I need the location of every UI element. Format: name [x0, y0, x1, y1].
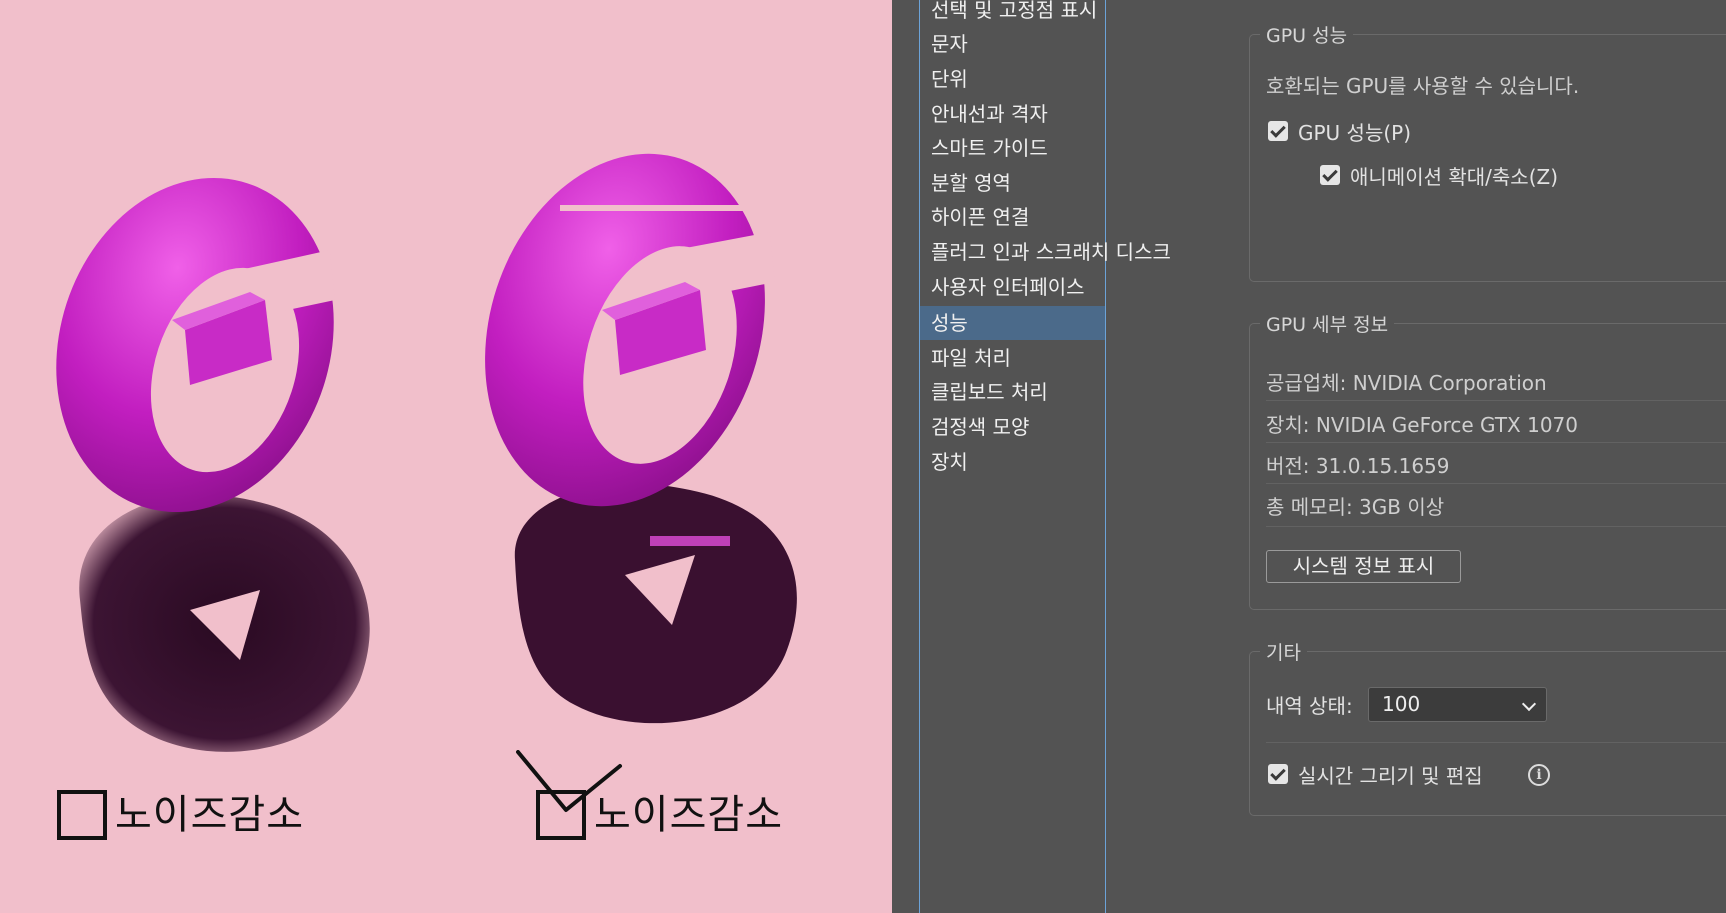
divider [1266, 400, 1726, 401]
category-item-slices[interactable]: 분할 영역 [920, 166, 1105, 200]
gpu-device-text: 장치: NVIDIA GeForce GTX 1070 [1266, 413, 1579, 437]
right-object-shadow [514, 483, 797, 724]
category-item-devices[interactable]: 장치 [920, 445, 1105, 479]
history-states-label: 내역 상태: [1266, 694, 1353, 718]
artwork-illustration [56, 153, 797, 752]
chevron-down-icon [1521, 696, 1537, 712]
left-object-shadow [79, 494, 370, 752]
category-item-plugins-scratch-disks[interactable]: 플러그 인과 스크래치 디스크 [920, 235, 1171, 269]
caption-text: 노이즈감소 [115, 792, 304, 838]
gpu-details-title: GPU 세부 정보 [1260, 310, 1395, 337]
empty-checkbox-drawing [57, 790, 107, 840]
realtime-drawing-label[interactable]: 실시간 그리기 및 편집 [1298, 760, 1483, 789]
gpu-vendor-text: 공급업체: NVIDIA Corporation [1266, 371, 1547, 395]
category-item-user-interface[interactable]: 사용자 인터페이스 [920, 270, 1105, 304]
noise-reduction-caption-off: 노이즈감소 [57, 790, 304, 840]
divider [1266, 742, 1726, 743]
other-title: 기타 [1260, 638, 1307, 665]
category-item-selection-anchor-display[interactable]: 선택 및 고정점 표시 [920, 0, 1105, 27]
category-item-clipboard-handling[interactable]: 클립보드 처리 [920, 375, 1105, 409]
artwork-canvas: 노이즈감소 노이즈감소 [0, 0, 892, 913]
gpu-performance-checkbox[interactable] [1268, 121, 1288, 141]
animated-zoom-checkbox[interactable] [1320, 165, 1340, 185]
realtime-drawing-checkbox[interactable] [1268, 764, 1288, 784]
category-item-hyphenation[interactable]: 하이픈 연결 [920, 200, 1105, 234]
category-item-guides-grid[interactable]: 안내선과 격자 [920, 97, 1105, 131]
right-object [485, 153, 775, 507]
divider [1266, 483, 1726, 484]
divider [1266, 442, 1726, 443]
category-item-performance[interactable]: 성능 [920, 306, 1105, 340]
animated-zoom-label[interactable]: 애니메이션 확대/축소(Z) [1350, 161, 1558, 190]
gpu-version-text: 버전: 31.0.15.1659 [1266, 454, 1450, 478]
hand-drawn-check-icon [516, 750, 622, 812]
category-item-type[interactable]: 문자 [920, 27, 1105, 61]
category-list: 선택 및 고정점 표시 문자 단위 안내선과 격자 스마트 가이드 분할 영역 … [919, 0, 1171, 913]
left-object [56, 178, 335, 512]
info-icon[interactable]: i [1528, 764, 1550, 786]
category-item-black-appearance[interactable]: 검정색 모양 [920, 410, 1105, 444]
category-item-file-handling[interactable]: 파일 처리 [920, 341, 1105, 375]
category-item-smart-guides[interactable]: 스마트 가이드 [920, 131, 1105, 165]
history-states-value: 100 [1382, 692, 1421, 716]
gpu-performance-title: GPU 성능 [1260, 21, 1354, 48]
category-item-units[interactable]: 단위 [920, 62, 1105, 96]
gpu-memory-text: 총 메모리: 3GB 이상 [1266, 495, 1445, 519]
show-system-info-button[interactable]: 시스템 정보 표시 [1266, 550, 1461, 583]
other-group: 기타 [1249, 638, 1726, 816]
divider [1266, 526, 1726, 527]
gpu-compatible-text: 호환되는 GPU를 사용할 수 있습니다. [1266, 74, 1580, 98]
gpu-performance-label[interactable]: GPU 성능(P) [1298, 117, 1411, 146]
history-states-dropdown[interactable]: 100 [1368, 687, 1547, 722]
